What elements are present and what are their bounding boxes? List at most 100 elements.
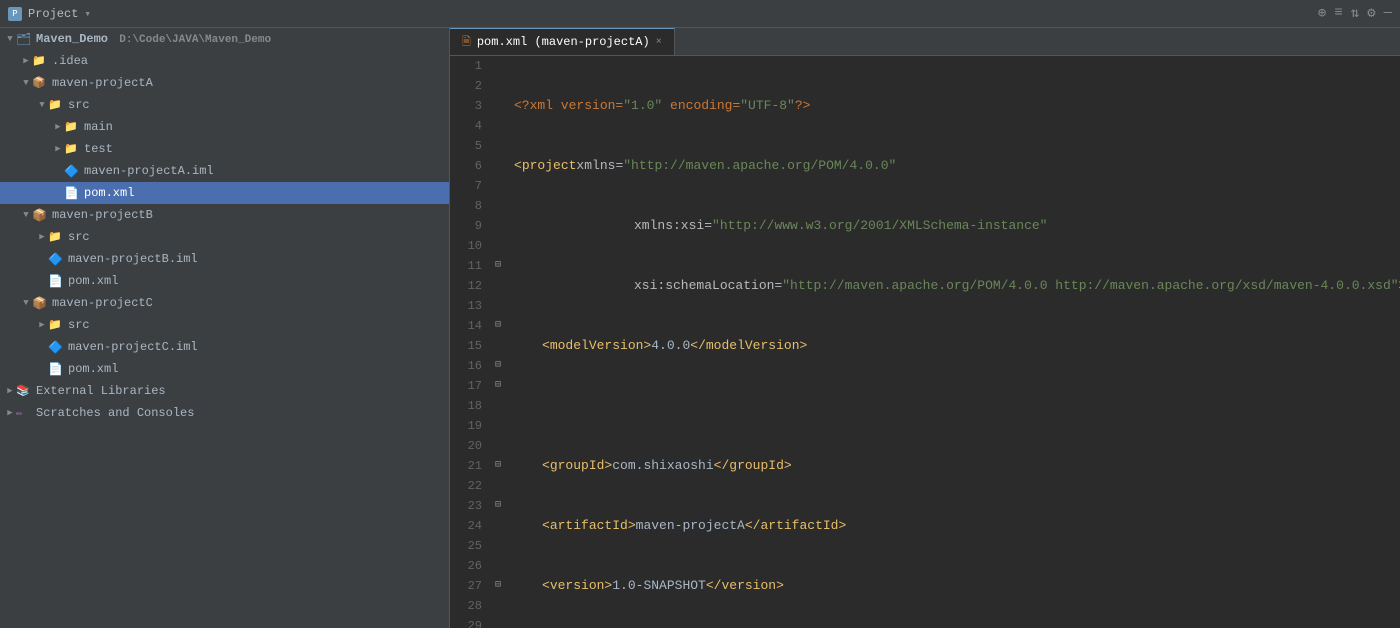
line-num-16: 16	[458, 356, 482, 376]
sort-icon[interactable]: ⇅	[1351, 5, 1359, 22]
title-bar-actions: ⊕ ≡ ⇅ ⚙ —	[1318, 5, 1392, 22]
src-b-arrow: ▶	[36, 232, 48, 242]
code-line-1: <?xml version="1.0" encoding="UTF-8"?>	[514, 96, 1400, 116]
sidebar-item-main[interactable]: ▶ 📁 main	[0, 116, 449, 138]
title-bar-left: P Project ▾	[8, 7, 91, 21]
scratches-icon: ✏	[16, 406, 32, 420]
code-line-6	[514, 396, 1400, 416]
fold-24	[490, 516, 506, 536]
iml-c-label: maven-projectC.iml	[68, 340, 198, 354]
main-icon: 📁	[64, 120, 80, 134]
code-line-9: <version>1.0-SNAPSHOT</version>	[514, 576, 1400, 596]
fold-15	[490, 336, 506, 356]
sidebar-item-pom-c[interactable]: ▶ 📄 pom.xml	[0, 358, 449, 380]
sidebar-item-test[interactable]: ▶ 📁 test	[0, 138, 449, 160]
tab-close-button[interactable]: ×	[656, 37, 662, 48]
src-c-arrow: ▶	[36, 320, 48, 330]
fold-17[interactable]: ⊟	[490, 376, 506, 396]
src-b-icon: 📁	[48, 230, 64, 244]
sidebar-item-src-b[interactable]: ▶ 📁 src	[0, 226, 449, 248]
ext-libs-icon: 📚	[16, 384, 32, 398]
idea-folder-icon: 📁	[32, 54, 48, 68]
tab-pom-xml[interactable]: 🗎 pom.xml (maven-projectA) ×	[450, 28, 675, 55]
line-num-2: 2	[458, 76, 482, 96]
fold-16[interactable]: ⊟	[490, 356, 506, 376]
tab-bar: 🗎 pom.xml (maven-projectA) ×	[450, 28, 1400, 56]
test-label: test	[84, 142, 113, 156]
sidebar-root[interactable]: ▼ 🗂 Maven_Demo D:\Code\JAVA\Maven_Demo	[0, 28, 449, 50]
line-num-25: 25	[458, 536, 482, 556]
line-num-21: 21	[458, 456, 482, 476]
pom-a-label: pom.xml	[84, 186, 134, 200]
projA-label: maven-projectA	[52, 76, 153, 90]
fold-2	[490, 76, 506, 96]
sidebar-item-maven-projectA[interactable]: ▼ 📦 maven-projectA	[0, 72, 449, 94]
project-label: Project	[28, 7, 78, 21]
pom-b-label: pom.xml	[68, 274, 118, 288]
project-icon: P	[8, 7, 22, 21]
line-num-7: 7	[458, 176, 482, 196]
fold-20	[490, 436, 506, 456]
line-num-29: 29	[458, 616, 482, 628]
fold-21[interactable]: ⊟	[490, 456, 506, 476]
settings-icon[interactable]: ⚙	[1367, 5, 1375, 22]
fold-7	[490, 176, 506, 196]
pom-a-icon: 📄	[64, 186, 80, 200]
code-line-2: <project xmlns="http://maven.apache.org/…	[514, 156, 1400, 176]
fold-4	[490, 116, 506, 136]
sidebar-item-pom-b[interactable]: ▶ 📄 pom.xml	[0, 270, 449, 292]
code-line-3: xmlns:xsi="http://www.w3.org/2001/XMLSch…	[514, 216, 1400, 236]
fold-13	[490, 296, 506, 316]
iml-c-icon: 🔷	[48, 340, 64, 354]
fold-5	[490, 136, 506, 156]
ext-libs-arrow: ▶	[4, 386, 16, 396]
fold-27[interactable]: ⊟	[490, 576, 506, 596]
fold-11[interactable]: ⊟	[490, 256, 506, 276]
line-num-27: 27	[458, 576, 482, 596]
line-num-28: 28	[458, 596, 482, 616]
main-arrow: ▶	[52, 122, 64, 132]
line-num-4: 4	[458, 116, 482, 136]
browse-icon[interactable]: ⊕	[1318, 5, 1326, 22]
line-num-26: 26	[458, 556, 482, 576]
sidebar-item-ext-libs[interactable]: ▶ 📚 External Libraries	[0, 380, 449, 402]
code-line-8: <artifactId>maven-projectA</artifactId>	[514, 516, 1400, 536]
line-num-17: 17	[458, 376, 482, 396]
fold-14[interactable]: ⊟	[490, 316, 506, 336]
project-dropdown-icon[interactable]: ▾	[84, 7, 91, 21]
pom-c-icon: 📄	[48, 362, 64, 376]
sidebar-item-scratches[interactable]: ▶ ✏ Scratches and Consoles	[0, 402, 449, 424]
sidebar-item-maven-projectC[interactable]: ▼ 📦 maven-projectC	[0, 292, 449, 314]
line-num-1: 1	[458, 56, 482, 76]
line-num-14: 14	[458, 316, 482, 336]
sidebar-item-idea[interactable]: ▶ 📁 .idea	[0, 50, 449, 72]
structure-icon[interactable]: ≡	[1334, 5, 1342, 22]
pom-b-icon: 📄	[48, 274, 64, 288]
sidebar-item-iml-a[interactable]: ▶ 🔷 maven-projectA.iml	[0, 160, 449, 182]
fold-6	[490, 156, 506, 176]
code-editor[interactable]: 1 2 3 4 5 6 7 8 9 10 11 12 13 14 15 16 1…	[450, 56, 1400, 628]
sidebar-item-src-a[interactable]: ▼ 📁 src	[0, 94, 449, 116]
sidebar-item-iml-b[interactable]: ▶ 🔷 maven-projectB.iml	[0, 248, 449, 270]
line-num-5: 5	[458, 136, 482, 156]
src-a-icon: 📁	[48, 98, 64, 112]
project-sidebar: ▼ 🗂 Maven_Demo D:\Code\JAVA\Maven_Demo ▶…	[0, 28, 450, 628]
line-num-24: 24	[458, 516, 482, 536]
line-num-6: 6	[458, 156, 482, 176]
tab-label: pom.xml (maven-projectA)	[477, 35, 650, 49]
fold-8	[490, 196, 506, 216]
sidebar-item-maven-projectB[interactable]: ▼ 📦 maven-projectB	[0, 204, 449, 226]
src-a-label: src	[68, 98, 90, 112]
line-num-22: 22	[458, 476, 482, 496]
sidebar-item-pom-a[interactable]: ▶ 📄 pom.xml	[0, 182, 449, 204]
projB-icon: 📦	[32, 208, 48, 222]
title-bar: P Project ▾ ⊕ ≡ ⇅ ⚙ —	[0, 0, 1400, 28]
main-label: main	[84, 120, 113, 134]
code-content[interactable]: <?xml version="1.0" encoding="UTF-8"?> <…	[506, 56, 1400, 628]
minimize-icon[interactable]: —	[1384, 5, 1392, 22]
test-icon: 📁	[64, 142, 80, 156]
projB-arrow: ▼	[20, 210, 32, 220]
sidebar-item-iml-c[interactable]: ▶ 🔷 maven-projectC.iml	[0, 336, 449, 358]
sidebar-item-src-c[interactable]: ▶ 📁 src	[0, 314, 449, 336]
fold-23[interactable]: ⊟	[490, 496, 506, 516]
